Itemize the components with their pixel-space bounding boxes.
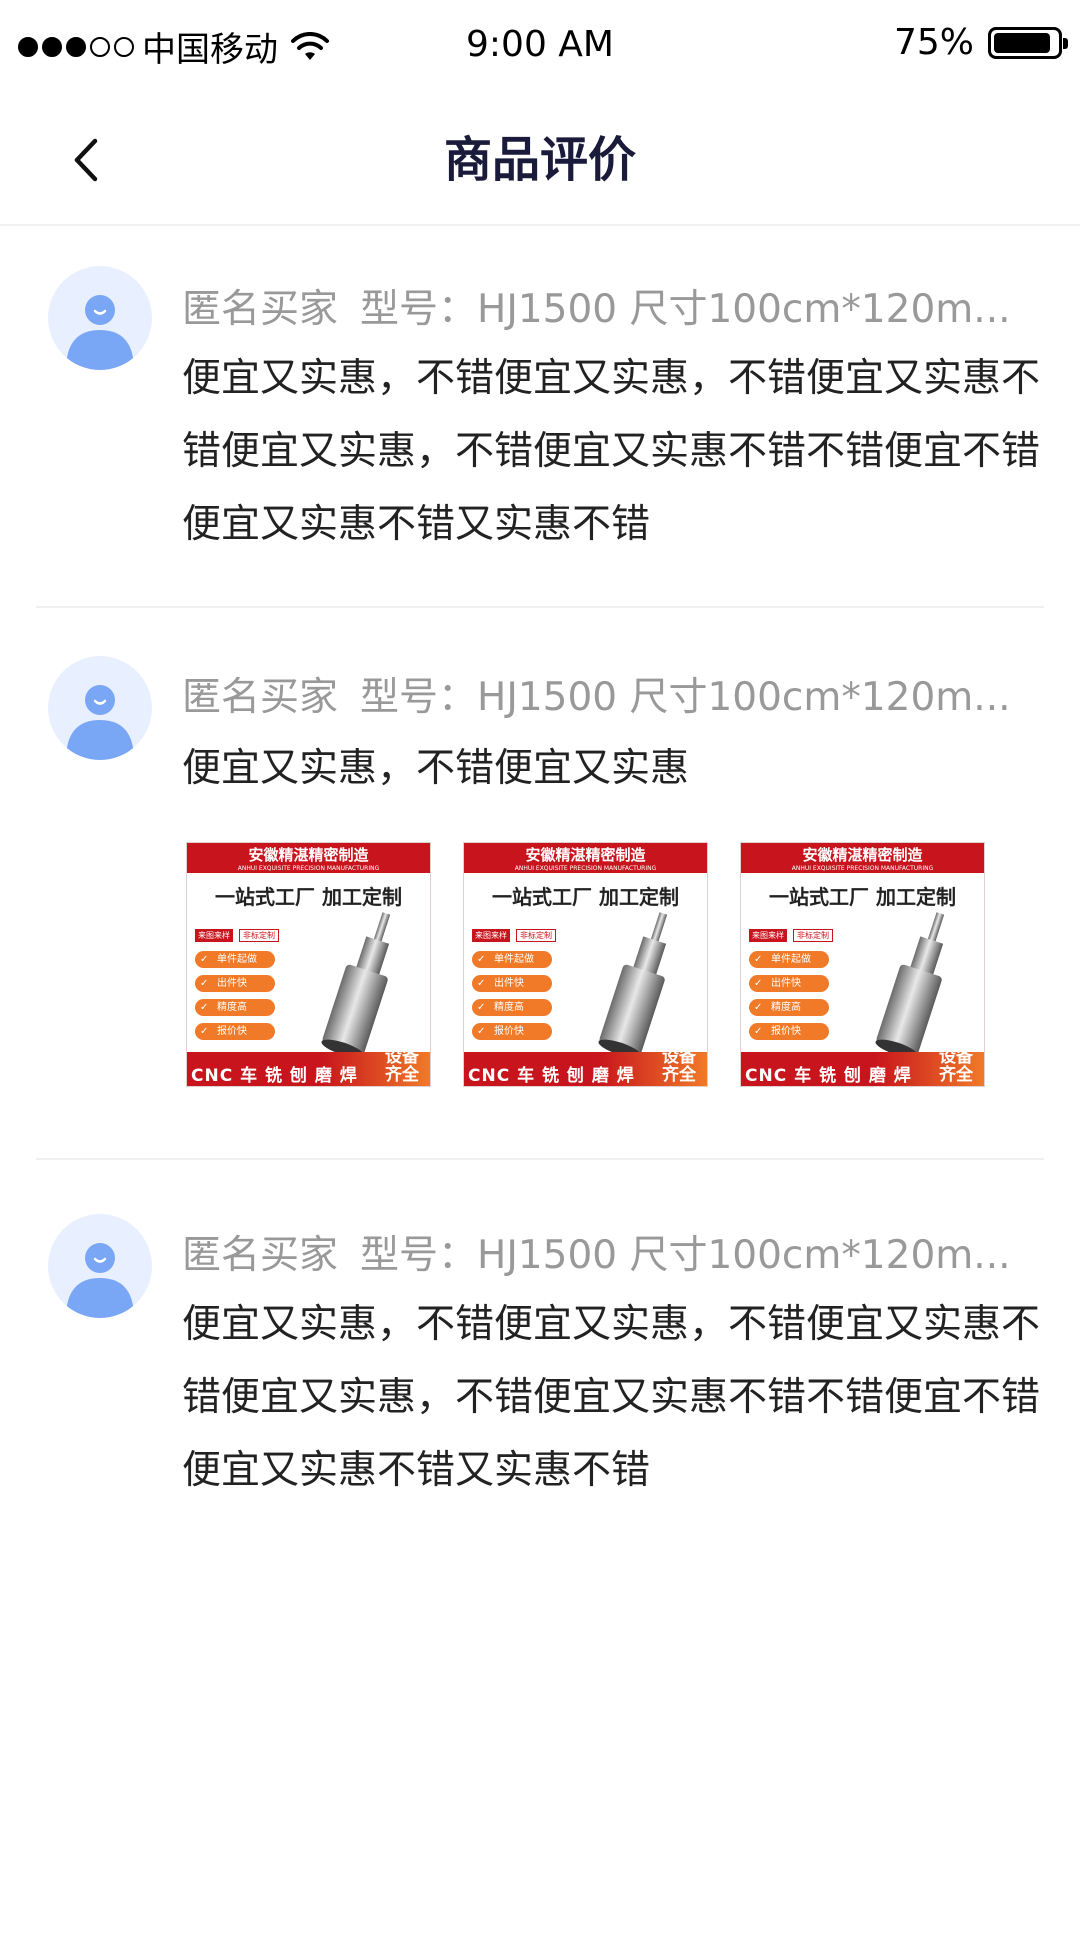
photo-tag: 非标定制 [516,929,556,942]
machined-part-image [598,912,668,1058]
photo-feature: 单件起做 [472,951,552,968]
review-item: 匿名买家 型号：HJ1500 尺寸100cm*120m... 便宜又实惠，不错便宜… [36,608,1044,1160]
review-meta: 匿名买家 型号：HJ1500 尺寸100cm*120m... [182,666,1044,722]
review-text: 便宜又实惠，不错便宜又实惠，不错便宜又实惠不错便宜又实惠，不错便宜又实惠不错不错… [182,1302,1041,1493]
review-meta: 匿名买家 型号：HJ1500 尺寸100cm*120m... [182,1224,1044,1280]
photo-bottom-text: CNC 车 铣 刨 磨 焊 [745,1066,912,1086]
avatar [48,266,152,370]
battery-percent: 75% [893,22,974,63]
navigation-bar: 商品评价 [0,96,1080,226]
review-meta: 匿名买家 型号：HJ1500 尺寸100cm*120m... [182,278,1044,334]
photo-banner-subtitle: ANHUI EXQUISITE PRECISION MANUFACTURING [237,865,380,872]
photo-tag: 非标定制 [239,929,279,942]
photo-feature: 精度高 [749,999,829,1016]
avatar [48,656,152,760]
photo-feature: 报价快 [472,1023,552,1040]
photo-corner-text: 设备齐全 [939,1047,973,1085]
status-bar-right: 75% [893,22,1068,63]
reviewer-name: 匿名买家 [182,287,339,332]
product-spec: 型号：HJ1500 尺寸100cm*120m... [360,675,1011,720]
photo-banner-subtitle: ANHUI EXQUISITE PRECISION MANUFACTURING [514,865,657,872]
photo-feature: 单件起做 [195,951,275,968]
photo-corner-text: 设备齐全 [662,1047,696,1085]
review-photo[interactable]: 安徽精湛精密制造 ANHUI EXQUISITE PRECISION MANUF… [740,842,985,1087]
photo-feature: 报价快 [749,1023,829,1040]
photo-tag: 非标定制 [793,929,833,942]
review-item: 匿名买家 型号：HJ1500 尺寸100cm*120m... 便宜又实惠，不错便宜… [36,1160,1044,1560]
photo-slogan: 一站式工厂 加工定制 [215,885,402,909]
avatar [48,1214,152,1318]
photo-feature: 出件快 [195,975,275,992]
user-avatar-icon [66,295,134,370]
photo-corner-text: 设备齐全 [385,1047,419,1085]
product-spec: 型号：HJ1500 尺寸100cm*120m... [360,287,1011,332]
photo-slogan: 一站式工厂 加工定制 [492,885,679,909]
photo-tag: 来图来样 [749,929,787,942]
photo-tag: 来图来样 [472,929,510,942]
photo-bottom-text: CNC 车 铣 刨 磨 焊 [468,1066,635,1086]
page-title: 商品评价 [443,132,636,188]
photo-banner-subtitle: ANHUI EXQUISITE PRECISION MANUFACTURING [791,865,934,872]
review-text: 便宜又实惠，不错便宜又实惠，不错便宜又实惠不错便宜又实惠，不错便宜又实惠不错不错… [182,356,1041,547]
photo-feature: 单件起做 [749,951,829,968]
review-list: 匿名买家 型号：HJ1500 尺寸100cm*120m... 便宜又实惠，不错便宜… [0,226,1080,1560]
photo-slogan: 一站式工厂 加工定制 [769,885,956,909]
reviewer-name: 匿名买家 [182,675,339,720]
user-avatar-icon [66,685,134,760]
photo-bottom-text: CNC 车 铣 刨 磨 焊 [191,1066,358,1086]
battery-icon [988,26,1068,59]
reviewer-name: 匿名买家 [182,1233,339,1278]
review-photo[interactable]: 安徽精湛精密制造 ANHUI EXQUISITE PRECISION MANUF… [463,842,708,1087]
photo-feature: 精度高 [472,999,552,1016]
review-photos: 安徽精湛精密制造 ANHUI EXQUISITE PRECISION MANUF… [186,842,985,1087]
review-item: 匿名买家 型号：HJ1500 尺寸100cm*120m... 便宜又实惠，不错便宜… [36,226,1044,608]
battery-fill [994,32,1050,53]
photo-tag: 来图来样 [195,929,233,942]
machined-part-image [875,912,945,1058]
photo-feature: 出件快 [749,975,829,992]
photo-feature: 报价快 [195,1023,275,1040]
review-photo[interactable]: 安徽精湛精密制造 ANHUI EXQUISITE PRECISION MANUF… [186,842,431,1087]
status-bar: 中国移动 9:00 AM 75% [0,0,1080,96]
review-text: 便宜又实惠，不错便宜又实惠 [182,746,690,791]
photo-feature: 精度高 [195,999,275,1016]
product-spec: 型号：HJ1500 尺寸100cm*120m... [360,1233,1011,1278]
machined-part-image [321,912,391,1058]
user-avatar-icon [66,1243,134,1318]
photo-feature: 出件快 [472,975,552,992]
